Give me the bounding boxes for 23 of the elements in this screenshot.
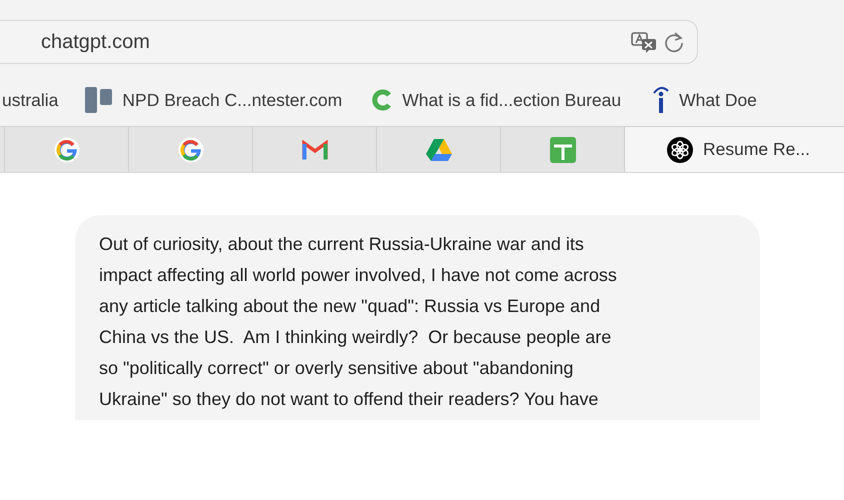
bookmark-link[interactable]: What Doe xyxy=(679,90,757,110)
bookmark-link[interactable]: ustralia xyxy=(2,90,58,110)
message-text-line: so "politically correct" or overly sensitive about "abandoning xyxy=(99,357,574,380)
message-text-line: Ukraine" so they do not want to offend their readers? You have xyxy=(99,388,600,411)
message-text-line: impact affecting all world power involved, I have not come across xyxy=(99,264,618,287)
info-icon xyxy=(651,85,672,115)
google-icon xyxy=(178,136,204,162)
swirl-logo-icon xyxy=(667,136,693,162)
browser-tab[interactable]: Resume Re... xyxy=(625,127,844,172)
reload-icon[interactable] xyxy=(663,31,685,53)
url-text: chatgpt.com xyxy=(41,30,151,54)
sheet-icon xyxy=(550,136,576,162)
translate-icon[interactable] xyxy=(631,31,657,53)
message-text-line: any article talking about the new "quad": Russia vs Europe and xyxy=(99,295,602,318)
bookmark-link[interactable]: NPD Breach C...ntester.com xyxy=(122,90,342,110)
message-text-line: China vs the US. Am I thinking weirdly? Or because people are xyxy=(99,326,612,349)
mail-icon xyxy=(302,140,328,160)
bookmark-icon xyxy=(84,86,114,114)
drive-icon xyxy=(424,138,452,162)
message-text-line: Out of curiosity, about the current Russia-Ukraine war and its xyxy=(99,233,585,256)
address-bar[interactable]: chatgpt.com xyxy=(0,20,698,64)
bookmark-link[interactable]: What is a fid...ection Bureau xyxy=(402,90,622,110)
google-icon xyxy=(54,136,80,162)
